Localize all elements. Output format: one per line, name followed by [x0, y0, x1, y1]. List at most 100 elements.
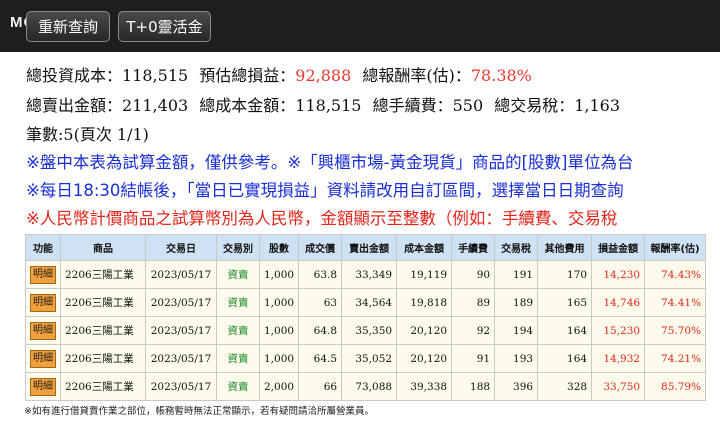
table-row: 明細 2206三陽工業 2023/05/17 資賣 1,000 64.8 35,… [25, 316, 707, 345]
detail-cell: 明細 [25, 344, 61, 373]
trade-type-cell: 資賣 [216, 288, 260, 317]
table-body: 明細 2206三陽工業 2023/05/17 資賣 1,000 63.8 33,… [25, 260, 707, 401]
cost-amount-cell: 20,120 [396, 316, 453, 345]
fee-cell: 92 [451, 316, 496, 345]
table-row: 明細 2206三陽工業 2023/05/17 資賣 1,000 63 34,56… [25, 288, 707, 317]
detail-cell: 明細 [25, 372, 61, 401]
detail-button[interactable]: 明細 [30, 349, 56, 368]
summary-line-1: 總投資成本：118,515 預估總損益：92,888 總報酬率(估)：78.38… [26, 65, 532, 87]
quantity-cell: 1,000 [258, 288, 300, 317]
date-cell: 2023/05/17 [145, 260, 217, 289]
col-quantity: 股數 [258, 234, 300, 261]
detail-button[interactable]: 明細 [30, 377, 56, 396]
product-cell: 2206三陽工業 [60, 316, 146, 345]
quantity-cell: 2,000 [258, 372, 300, 401]
detail-button[interactable]: 明細 [30, 321, 56, 340]
roi-cell: 75.70% [644, 316, 707, 345]
est-pnl-value: 92,888 [295, 66, 352, 85]
cost-amount-cell: 19,119 [396, 260, 453, 289]
sell-amount-value: 211,403 [122, 96, 189, 115]
fee-cell: 89 [451, 288, 496, 317]
note-settlement: ※每日18:30結帳後，「當日已實現損益」資料請改用自訂區間，選擇當日日期查詢 [26, 181, 624, 200]
product-cell: 2206三陽工業 [60, 288, 146, 317]
other-fee-cell: 165 [537, 288, 593, 317]
detail-cell: 明細 [25, 288, 61, 317]
price-cell: 66 [298, 372, 343, 401]
product-cell: 2206三陽工業 [60, 372, 146, 401]
tax-label: 總交易稅： [494, 96, 575, 115]
footer-note: ※如有進行借貸賣作業之部位，帳務暫時無法正常顯示，若有疑問請洽所屬營業員。 [24, 406, 374, 417]
col-other-fee: 其他費用 [537, 234, 593, 261]
sell-amount-cell: 35,052 [341, 344, 398, 373]
price-cell: 63 [298, 288, 343, 317]
sell-amount-cell: 33,349 [341, 260, 398, 289]
note-trial-calc: ※盤中本表為試算金額，僅供參考。※「興櫃市場-黃金現貨」商品的[股數]單位為台 [26, 153, 634, 172]
roi-value: 78.38% [470, 66, 532, 85]
col-pnl: 損益金額 [591, 234, 646, 261]
date-cell: 2023/05/17 [145, 344, 217, 373]
trade-type-cell: 資賣 [216, 260, 260, 289]
other-fee-cell: 164 [537, 316, 593, 345]
tax-cell: 193 [494, 344, 539, 373]
roi-cell: 85.79% [644, 372, 707, 401]
tax-value: 1,163 [574, 96, 621, 115]
quantity-cell: 1,000 [258, 344, 300, 373]
roi-label: 總報酬率(估)： [362, 66, 471, 85]
roi-cell: 74.21% [644, 344, 707, 373]
fee-cell: 91 [451, 344, 496, 373]
table-row: 明細 2206三陽工業 2023/05/17 資賣 1,000 63.8 33,… [25, 260, 707, 289]
quantity-cell: 1,000 [258, 260, 300, 289]
t0-gold-button[interactable]: T+0靈活金 [118, 11, 211, 42]
requery-button[interactable]: 重新查詢 [26, 11, 110, 42]
price-cell: 64.8 [298, 316, 343, 345]
date-cell: 2023/05/17 [145, 316, 217, 345]
col-sell-amount: 賣出金額 [341, 234, 398, 261]
detail-button[interactable]: 明細 [30, 293, 56, 312]
realized-pnl-table: 功能 商品 交易日 交易別 股數 成交價 賣出金額 成本金額 手續費 交易稅 其… [25, 234, 707, 401]
table-row: 明細 2206三陽工業 2023/05/17 資賣 1,000 64.5 35,… [25, 344, 707, 373]
total-cost-value: 118,515 [122, 66, 189, 85]
col-cost-amount: 成本金額 [396, 234, 453, 261]
col-product: 商品 [60, 234, 146, 261]
trade-type-cell: 資賣 [216, 316, 260, 345]
fee-value: 550 [452, 96, 484, 115]
tax-cell: 189 [494, 288, 539, 317]
col-tax: 交易稅 [494, 234, 539, 261]
fee-label: 總手續費： [372, 96, 453, 115]
note-rmb: ※人民幣計價商品之試算幣別為人民幣，金額顯示至整數（例如：手續費、交易稅 [26, 209, 618, 228]
cost-amount-cell: 39,338 [396, 372, 453, 401]
cost-amount-value: 118,515 [295, 96, 362, 115]
roi-cell: 74.43% [644, 260, 707, 289]
product-cell: 2206三陽工業 [60, 260, 146, 289]
fee-cell: 188 [451, 372, 496, 401]
pnl-cell: 14,230 [591, 260, 646, 289]
sell-amount-cell: 34,564 [341, 288, 398, 317]
date-cell: 2023/05/17 [145, 288, 217, 317]
detail-cell: 明細 [25, 316, 61, 345]
total-cost-label: 總投資成本： [26, 66, 123, 85]
pnl-cell: 15,230 [591, 316, 646, 345]
pnl-cell: 33,750 [591, 372, 646, 401]
cost-amount-label: 總成本金額： [199, 96, 296, 115]
est-pnl-label: 預估總損益： [199, 66, 296, 85]
table-row: 明細 2206三陽工業 2023/05/17 資賣 2,000 66 73,08… [25, 372, 707, 401]
col-roi: 報酬率(估) [644, 234, 707, 261]
other-fee-cell: 164 [537, 344, 593, 373]
price-cell: 63.8 [298, 260, 343, 289]
pnl-cell: 14,746 [591, 288, 646, 317]
tax-cell: 194 [494, 316, 539, 345]
cost-amount-cell: 19,818 [396, 288, 453, 317]
record-count: 筆數:5(頁次 1/1) [26, 125, 149, 144]
sell-amount-cell: 35,350 [341, 316, 398, 345]
col-trade-date: 交易日 [145, 234, 217, 261]
tax-cell: 191 [494, 260, 539, 289]
roi-cell: 74.41% [644, 288, 707, 317]
cost-amount-cell: 20,120 [396, 344, 453, 373]
sell-amount-cell: 73,088 [341, 372, 398, 401]
quantity-cell: 1,000 [258, 316, 300, 345]
pnl-cell: 14,932 [591, 344, 646, 373]
sell-amount-label: 總賣出金額： [26, 96, 123, 115]
col-price: 成交價 [298, 234, 343, 261]
detail-button[interactable]: 明細 [30, 265, 56, 284]
price-cell: 64.5 [298, 344, 343, 373]
